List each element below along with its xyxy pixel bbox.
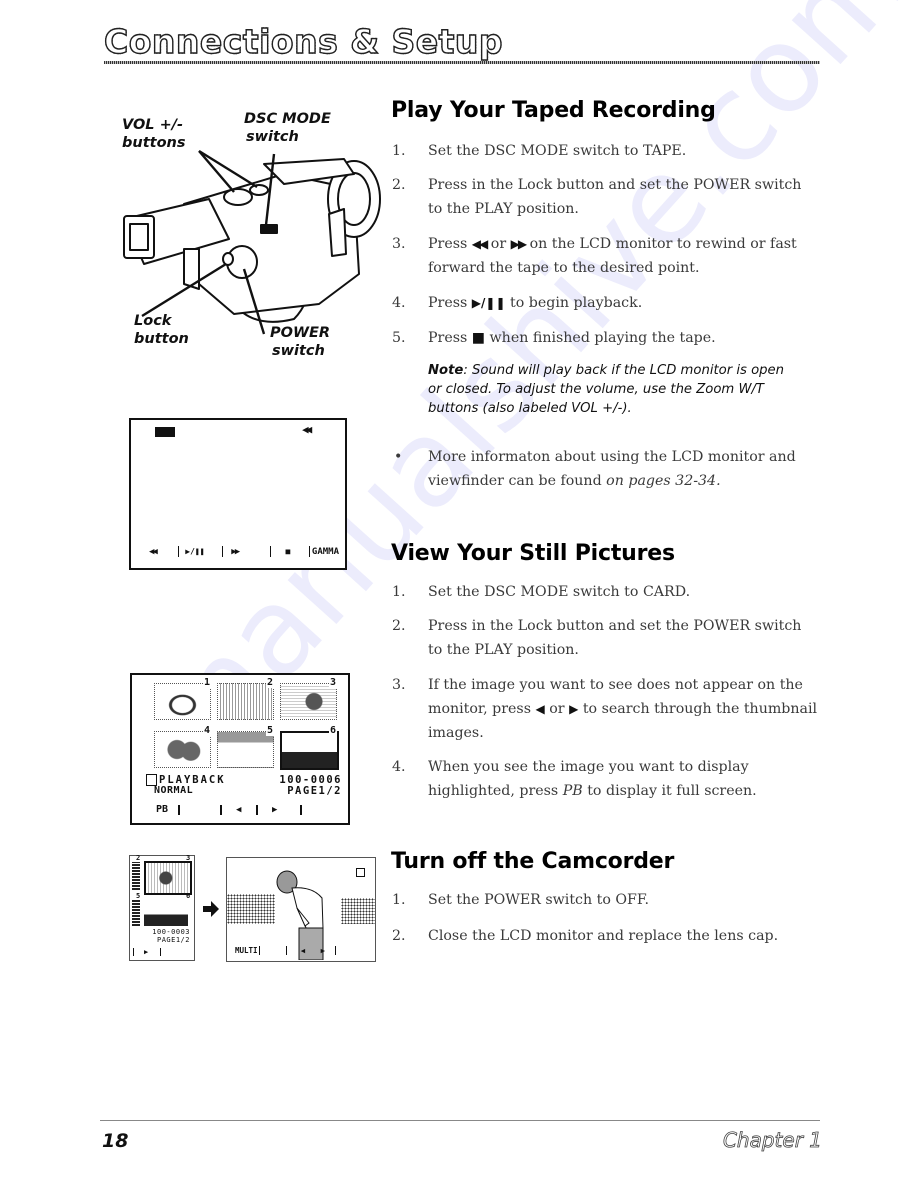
- lcd-thumbnail-controls: PB ◀ ▶: [156, 804, 302, 815]
- thumbnail-6[interactable]: [280, 731, 339, 770]
- page-indicator: PAGE1/2: [156, 936, 190, 944]
- lcd-tape-controls: ◀◀ ▶/❚❚ ▶▶ ■ GAMMA: [149, 546, 339, 557]
- previous-icon: ◀: [535, 702, 545, 716]
- thumb-number: 6: [186, 892, 191, 900]
- lcd-full-screen: MULTI ◀ ▶: [226, 857, 376, 962]
- thumbnail-number: 2: [266, 677, 275, 688]
- header-rule: [104, 61, 820, 64]
- separator: [133, 948, 134, 956]
- section-heading-play-taped: Play Your Taped Recording: [391, 98, 716, 123]
- lcd-small-thumbnail-screen: 2 3 5 6 100-0003 PAGE1/2 ▶: [129, 854, 195, 961]
- thumbnail-partial: [132, 862, 140, 890]
- fast-forward-button[interactable]: ▶▶: [231, 547, 256, 557]
- separator: [270, 546, 272, 557]
- thumbnail-number: 4: [203, 725, 212, 736]
- separator: [222, 546, 224, 557]
- next-button[interactable]: ▶: [144, 948, 160, 956]
- page-reference: on pages 32-34.: [606, 473, 721, 489]
- thumbnail-selected: [144, 861, 192, 895]
- separator: [285, 946, 287, 955]
- step-item: 4. When you see the image you want to di…: [392, 759, 757, 799]
- camcorder-diagram: VOL +/- buttons DSC MODE switch Lock button…: [104, 104, 384, 374]
- stop-button[interactable]: ■: [285, 547, 302, 556]
- card-icon: [356, 868, 365, 877]
- lcd-thumbnail-screen: 123456 PLAYBACK NORMAL 100-0006 PAGE1/2 …: [130, 673, 350, 825]
- rewind-indicator-icon: ◀◀: [302, 423, 312, 436]
- thumb-number: 3: [186, 854, 191, 862]
- power-switch-label: POWER switch: [270, 325, 331, 359]
- separator: [308, 546, 310, 557]
- thumbnail-sailboat: [144, 900, 188, 926]
- separator: [178, 546, 180, 557]
- note-label: Note: [428, 363, 464, 378]
- fast-forward-icon: ▶▶: [510, 237, 528, 251]
- next-icon: ▶: [569, 702, 579, 716]
- play-pause-icon: ▶/❚❚: [471, 296, 506, 310]
- separator: [160, 948, 161, 956]
- stop-icon: ■: [471, 330, 486, 346]
- thumbnail-partial: [132, 900, 140, 926]
- chapter-title: Connections & Setup: [103, 21, 504, 61]
- page-number: 18: [102, 1130, 129, 1152]
- background-trees-right: [341, 898, 375, 924]
- separator: [334, 946, 336, 955]
- thumbnail-number: 5: [266, 725, 275, 736]
- page-indicator: PAGE1/2: [287, 785, 342, 797]
- thumbnail-5[interactable]: [217, 731, 274, 768]
- separator: [178, 804, 180, 815]
- thumbnail-4[interactable]: [154, 731, 211, 768]
- lcd-tape-playback-screen: ◀◀ ◀◀ ▶/❚❚ ▶▶ ■ GAMMA: [129, 418, 347, 570]
- step-item: 2. Close the LCD monitor and replace the …: [392, 928, 779, 944]
- separator: [220, 804, 222, 815]
- next-button[interactable]: ▶: [321, 946, 335, 955]
- arrow-right-icon: [203, 901, 219, 917]
- battery-icon: [155, 427, 175, 437]
- gamma-button[interactable]: GAMMA: [312, 547, 339, 557]
- footer-rule: [100, 1120, 820, 1121]
- thumb-number: 5: [136, 892, 141, 900]
- thumbnail-number: 1: [203, 677, 212, 688]
- multi-button[interactable]: MULTI: [235, 946, 258, 955]
- section-heading-turn-off: Turn off the Camcorder: [391, 849, 675, 874]
- vol-buttons-label: VOL +/- buttons: [122, 117, 186, 151]
- thumb-number: 2: [136, 854, 141, 862]
- step-item: 4. Press ▶/❚❚ to begin playback.: [392, 295, 643, 311]
- step-item: 1. Set the POWER switch to OFF.: [392, 892, 650, 908]
- pb-reference: PB: [562, 783, 583, 799]
- thumbnail-1[interactable]: [154, 683, 211, 720]
- previous-button[interactable]: ◀: [301, 946, 321, 955]
- previous-button[interactable]: ◀: [236, 805, 256, 815]
- section-heading-view-still: View Your Still Pictures: [391, 541, 675, 566]
- step-item: 5. Press ■ when finished playing the tap…: [392, 330, 716, 346]
- thumbnail-3[interactable]: [280, 683, 337, 720]
- step-item: 2. Press in the Lock button and set the P…: [392, 177, 802, 217]
- lock-button-label: Lock button: [134, 313, 189, 347]
- separator: [256, 804, 258, 815]
- dsc-mode-switch-label: DSC MODE switch: [244, 111, 331, 145]
- footer-chapter-label: Chapter 1: [722, 1128, 823, 1153]
- thumbnail-number: 3: [329, 677, 338, 688]
- play-pause-button[interactable]: ▶/❚❚: [185, 547, 214, 556]
- separator: [258, 946, 260, 955]
- separator: [300, 804, 302, 815]
- step-item: 3. Press ◀◀ or ▶▶ on the LCD monitor to …: [392, 236, 797, 276]
- thumbnail-2[interactable]: [217, 683, 274, 720]
- pb-button[interactable]: PB: [156, 804, 178, 815]
- lcd-full-controls: MULTI ◀ ▶: [235, 946, 336, 955]
- rewind-button[interactable]: ◀◀: [149, 547, 172, 557]
- bullet-item: • More informaton about using the LCD mo…: [394, 449, 796, 489]
- rewind-icon: ◀◀: [471, 237, 489, 251]
- playback-normal-label: NORMAL: [154, 785, 194, 796]
- thumbnail-number: 6: [329, 725, 338, 736]
- step-item: 2. Press in the Lock button and set the P…: [392, 618, 802, 658]
- step-item: 1. Set the DSC MODE switch to CARD.: [392, 584, 691, 600]
- step-item: 3. If the image you want to see does not…: [392, 677, 818, 741]
- lcd-small-controls: ▶: [133, 948, 161, 956]
- next-button[interactable]: ▶: [272, 805, 300, 815]
- file-number: 100-0003: [152, 928, 190, 936]
- note: Note: Sound will play back if the LCD mo…: [428, 363, 784, 416]
- step-item: 1. Set the DSC MODE switch to TAPE.: [392, 143, 687, 159]
